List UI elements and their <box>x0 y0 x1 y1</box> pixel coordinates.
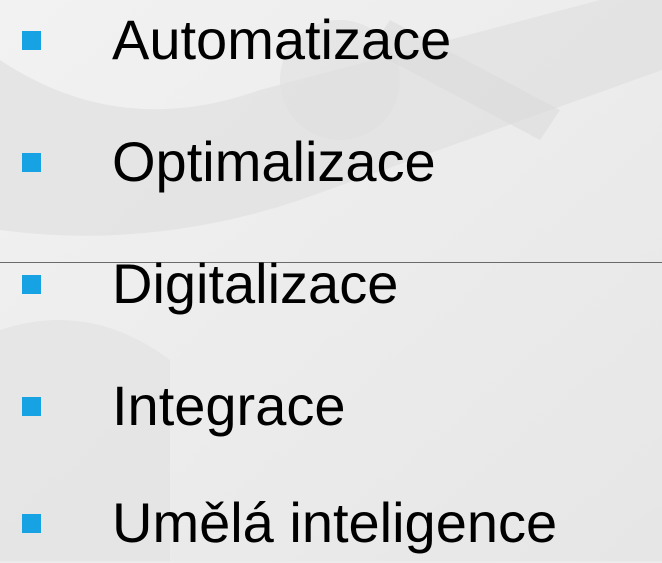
square-bullet-icon <box>22 275 41 294</box>
list-item-label: Digitalizace <box>112 252 399 315</box>
list-item: Automatizace <box>0 0 662 80</box>
list-item-label: Integrace <box>112 374 346 437</box>
list-item-label: Umělá inteligence <box>112 491 558 554</box>
list-item: Optimalizace <box>0 122 662 202</box>
square-bullet-icon <box>22 397 41 416</box>
list-item: Umělá inteligence <box>0 483 662 563</box>
list-item-label: Automatizace <box>112 8 452 71</box>
bullet-list: Automatizace Optimalizace Digitalizace I… <box>0 0 662 561</box>
list-item: Digitalizace <box>0 244 662 324</box>
square-bullet-icon <box>22 514 41 533</box>
list-item: Integrace <box>0 366 662 446</box>
square-bullet-icon <box>22 153 41 172</box>
list-item-label: Optimalizace <box>112 130 436 193</box>
square-bullet-icon <box>22 31 41 50</box>
